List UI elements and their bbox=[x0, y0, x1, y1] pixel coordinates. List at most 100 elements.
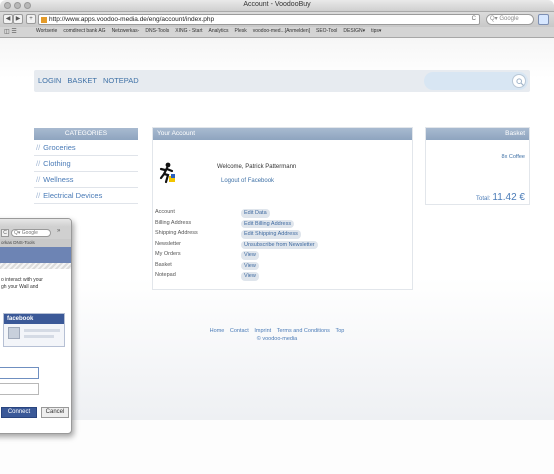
category-item-electrical-devices[interactable]: //Electrical Devices bbox=[34, 188, 138, 204]
footer-top-link[interactable]: Top bbox=[335, 328, 344, 334]
category-label: Electrical Devices bbox=[43, 191, 103, 200]
edit-shipping-address-button[interactable]: Edit Shipping Address bbox=[241, 230, 301, 239]
bookmark-link[interactable]: Netzwerkas- bbox=[112, 28, 140, 34]
email-field[interactable] bbox=[0, 367, 39, 379]
bookmarks-menu-icon[interactable]: ◫ ☰ bbox=[4, 28, 17, 35]
reload-icon[interactable]: C bbox=[472, 16, 476, 22]
basket-total: Total: 11.42 € bbox=[476, 192, 525, 203]
placeholder-line bbox=[24, 329, 60, 332]
view-basket-button[interactable]: View bbox=[241, 261, 259, 270]
logout-facebook-link[interactable]: Logout of Facebook bbox=[221, 178, 274, 184]
bookmark-link[interactable]: XING - Start bbox=[175, 28, 202, 34]
popup-search-input[interactable]: Q▾ Google bbox=[11, 229, 51, 237]
view-notepad-button[interactable]: View bbox=[241, 272, 259, 281]
account-row: Shipping Address Edit Shipping Address bbox=[155, 229, 411, 240]
row-label: Basket bbox=[155, 261, 172, 268]
facebook-connect-popup: C Q▾ Google » orkas DNS-Tools o interact… bbox=[0, 218, 72, 434]
category-item-clothing[interactable]: //Clothing bbox=[34, 156, 138, 172]
password-field[interactable] bbox=[0, 383, 39, 395]
bookmark-link[interactable]: comdirect bank AG bbox=[63, 28, 105, 34]
bookmark-link[interactable]: Plesk bbox=[235, 28, 247, 34]
basket-item-link[interactable]: 8x Coffee bbox=[502, 154, 525, 160]
site-search-input[interactable] bbox=[424, 72, 528, 90]
basket-total-label: Total: bbox=[476, 196, 491, 202]
address-bar[interactable]: http://www.apps.voodoo-media.de/eng/acco… bbox=[38, 14, 480, 25]
account-row: Account Edit Data bbox=[155, 208, 411, 219]
edit-data-button[interactable]: Edit Data bbox=[241, 209, 270, 218]
bookmark-link[interactable]: DNS-Tools bbox=[145, 28, 169, 34]
bookmark-link[interactable]: tips▾ bbox=[371, 28, 381, 34]
running-man-logo-icon bbox=[159, 162, 175, 184]
edit-billing-address-button[interactable]: Edit Billing Address bbox=[241, 219, 295, 228]
row-label: My Orders bbox=[155, 251, 181, 257]
row-label: Account bbox=[155, 209, 175, 215]
categories-header: CATEGORIES bbox=[34, 128, 138, 140]
popup-titlebar bbox=[0, 219, 71, 227]
categories-panel: CATEGORIES //Groceries //Clothing //Well… bbox=[34, 128, 138, 204]
connect-button[interactable]: Connect bbox=[1, 407, 37, 418]
account-row: Basket View bbox=[155, 261, 411, 272]
browser-search-input[interactable]: Q▾ Google bbox=[486, 14, 534, 25]
basket-total-value: 11.42 € bbox=[492, 192, 525, 203]
popup-header-bar bbox=[0, 247, 71, 263]
category-label: Groceries bbox=[43, 143, 76, 152]
site-favicon-icon bbox=[41, 17, 47, 23]
footer-contact-link[interactable]: Contact bbox=[230, 328, 249, 334]
add-bookmark-icon[interactable]: + bbox=[26, 14, 36, 24]
account-row: Newsletter Unsubscribe from Newsletter bbox=[155, 240, 411, 251]
window-title: Account - VoodooBuy bbox=[243, 1, 311, 8]
search-icon bbox=[516, 78, 524, 86]
window-titlebar: Account - VoodooBuy bbox=[0, 0, 554, 12]
account-row: Notepad View bbox=[155, 271, 411, 282]
bookmark-list: Wortserie comdirect bank AG Netzwerkas- DNS… bbox=[36, 28, 381, 34]
more-bookmarks-icon[interactable]: » bbox=[57, 228, 60, 234]
forward-arrow-icon[interactable]: ▶ bbox=[13, 14, 23, 24]
row-label: Shipping Address bbox=[155, 230, 198, 236]
cancel-button[interactable]: Cancel bbox=[41, 407, 69, 418]
bookmarks-bar: ◫ ☰ Wortserie comdirect bank AG Netzwerkas… bbox=[0, 27, 554, 38]
popup-reload-icon[interactable]: C bbox=[1, 229, 9, 237]
category-item-groceries[interactable]: //Groceries bbox=[34, 140, 138, 156]
popup-toolbar: C Q▾ Google » bbox=[0, 227, 71, 239]
page-footer: Home Contact Imprint Terms and Condition… bbox=[0, 328, 554, 342]
view-orders-button[interactable]: View bbox=[241, 251, 259, 260]
category-item-wellness[interactable]: //Wellness bbox=[34, 172, 138, 188]
account-header: Your Account bbox=[153, 128, 412, 140]
footer-copyright: © voodoo-media bbox=[256, 336, 298, 342]
welcome-text: Welcome, Patrick Pattermann bbox=[217, 164, 297, 170]
unsubscribe-newsletter-button[interactable]: Unsubscribe from Newsletter bbox=[241, 240, 318, 249]
bookmark-link[interactable]: voodoo-med...[Anmelden] bbox=[253, 28, 310, 34]
popup-description: o interact with your gh your Wall and bbox=[1, 277, 43, 290]
account-row: Billing Address Edit Billing Address bbox=[155, 219, 411, 230]
row-label: Billing Address bbox=[155, 219, 192, 226]
category-label: Clothing bbox=[43, 159, 71, 168]
facebook-logo: facebook bbox=[4, 314, 64, 324]
account-panel: Your Account Welcome, Patrick Pattermann… bbox=[152, 127, 413, 290]
popup-bookmarks-bar: orkas DNS-Tools bbox=[0, 239, 71, 247]
basket-header: Basket bbox=[426, 128, 529, 140]
bookmark-link[interactable]: DESIGN▾ bbox=[343, 28, 365, 34]
footer-home-link[interactable]: Home bbox=[210, 328, 225, 334]
browser-toolbar: ◀ ▶ + http://www.apps.voodoo-media.de/en… bbox=[0, 12, 554, 27]
account-row: My Orders View bbox=[155, 250, 411, 261]
profile-picture-icon bbox=[8, 327, 20, 339]
row-label: Notepad bbox=[155, 272, 176, 278]
bookmark-link[interactable]: Wortserie bbox=[36, 28, 57, 34]
page-content: LOGIN BASKET NOTEPAD CATEGORIES //Grocer… bbox=[0, 38, 554, 420]
bookmark-link[interactable]: Analytics bbox=[209, 28, 229, 34]
nav-login-link[interactable]: LOGIN bbox=[38, 76, 61, 85]
placeholder-line bbox=[24, 335, 54, 338]
row-label: Newsletter bbox=[155, 240, 181, 247]
site-search-button[interactable] bbox=[512, 74, 526, 88]
top-navigation: LOGIN BASKET NOTEPAD bbox=[34, 70, 530, 92]
extension-icon[interactable] bbox=[538, 14, 549, 25]
basket-panel: Basket 8x Coffee Total: 11.42 € bbox=[425, 127, 530, 205]
back-arrow-icon[interactable]: ◀ bbox=[3, 14, 13, 24]
footer-imprint-link[interactable]: Imprint bbox=[254, 328, 271, 334]
browser-window: Account - VoodooBuy ◀ ▶ + http://www.app… bbox=[0, 0, 554, 420]
nav-basket-link[interactable]: BASKET bbox=[67, 76, 97, 85]
address-bar-url: http://www.apps.voodoo-media.de/eng/acco… bbox=[49, 16, 215, 23]
bookmark-link[interactable]: SEO-Tool bbox=[316, 28, 337, 34]
footer-terms-link[interactable]: Terms and Conditions bbox=[277, 328, 330, 334]
nav-notepad-link[interactable]: NOTEPAD bbox=[103, 76, 139, 85]
